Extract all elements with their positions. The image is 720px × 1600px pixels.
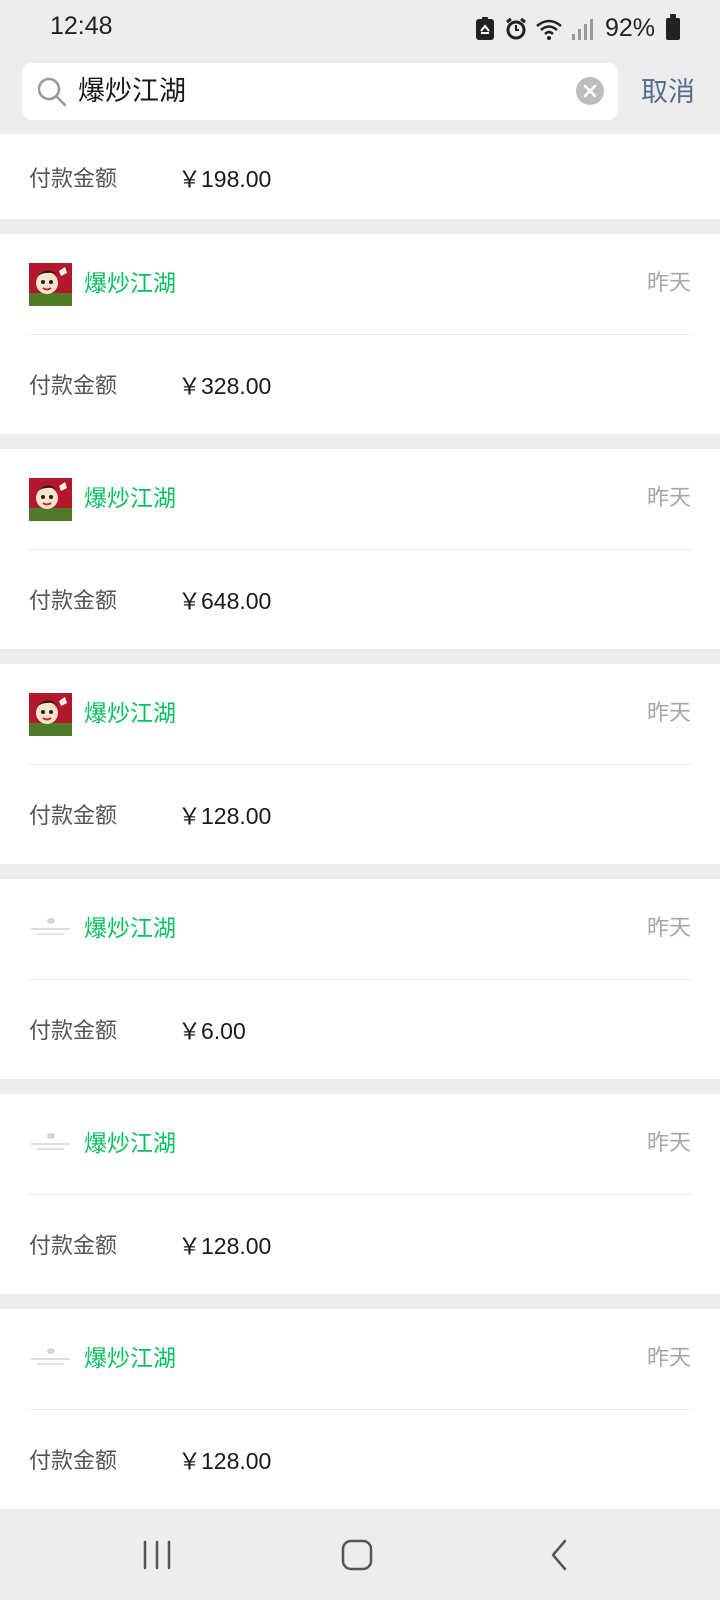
- signal-icon: [571, 18, 593, 40]
- wifi-icon: [536, 19, 562, 40]
- amount-label: 付款金额: [29, 804, 118, 829]
- date-label: 昨天: [646, 916, 691, 941]
- date-label: 昨天: [646, 486, 691, 511]
- close-icon: [583, 84, 597, 98]
- placeholder-icon: [29, 1123, 72, 1166]
- cancel-button[interactable]: 取消: [641, 58, 695, 128]
- search-icon: [37, 77, 67, 107]
- placeholder-icon: [29, 1338, 72, 1381]
- payment-card[interactable]: 爆炒江湖 昨天 付款金额 ￥6.00: [0, 879, 720, 1079]
- amount-row: 付款金额 ￥648.00: [29, 549, 691, 649]
- home-icon: [341, 1539, 373, 1571]
- payment-card[interactable]: 付款金额 ￥198.00: [0, 134, 720, 219]
- payment-card[interactable]: 爆炒江湖 昨天 付款金额 ￥128.00: [0, 1309, 720, 1509]
- payment-card[interactable]: 爆炒江湖 昨天 付款金额 ￥128.00: [0, 1094, 720, 1294]
- card-header: 爆炒江湖 昨天: [29, 449, 691, 550]
- payment-card[interactable]: 爆炒江湖 昨天 付款金额 ￥648.00: [0, 449, 720, 649]
- amount-label: 付款金额: [29, 1234, 118, 1259]
- amount-row: 付款金额 ￥128.00: [29, 1194, 691, 1294]
- app-name: 爆炒江湖: [84, 1131, 176, 1157]
- card-header: 爆炒江湖 昨天: [29, 1094, 691, 1195]
- app-name: 爆炒江湖: [84, 271, 176, 297]
- game-app-icon: [29, 478, 72, 521]
- status-time: 12:48: [50, 12, 113, 40]
- recent-apps-button[interactable]: [107, 1510, 207, 1600]
- card-header: 爆炒江湖 昨天: [29, 664, 691, 765]
- date-label: 昨天: [646, 701, 691, 726]
- recent-apps-icon: [143, 1540, 171, 1570]
- amount-row: 付款金额 ￥198.00: [29, 134, 691, 219]
- system-nav-bar: [0, 1510, 720, 1600]
- amount-label: 付款金额: [29, 374, 118, 399]
- search-bar: 取消: [0, 58, 720, 134]
- game-app-icon: [29, 693, 72, 736]
- app-name: 爆炒江湖: [84, 1346, 176, 1372]
- clear-search-button[interactable]: [576, 77, 604, 105]
- amount-label: 付款金额: [29, 1019, 118, 1044]
- amount-label: 付款金额: [29, 589, 118, 614]
- card-header: 爆炒江湖 昨天: [29, 879, 691, 980]
- amount-value: ￥6.00: [178, 1018, 246, 1044]
- app-name: 爆炒江湖: [84, 916, 176, 942]
- amount-label: 付款金额: [29, 166, 118, 192]
- amount-row: 付款金额 ￥6.00: [29, 979, 691, 1079]
- amount-label: 付款金额: [29, 1449, 118, 1474]
- date-label: 昨天: [646, 271, 691, 296]
- amount-value: ￥328.00: [178, 373, 272, 399]
- placeholder-icon: [29, 908, 72, 951]
- amount-value: ￥198.00: [178, 165, 272, 192]
- status-icons: 92%: [473, 13, 680, 43]
- game-app-icon: [29, 263, 72, 306]
- search-input[interactable]: [78, 63, 548, 120]
- amount-value: ￥128.00: [178, 803, 272, 829]
- results-list: 付款金额 ￥198.00 爆炒江湖 昨天 付款金额 ￥328.00 爆炒江湖 昨…: [0, 134, 720, 1524]
- card-header: 爆炒江湖 昨天: [29, 234, 691, 335]
- amount-value: ￥128.00: [178, 1233, 272, 1259]
- amount-row: 付款金额 ￥328.00: [29, 334, 691, 434]
- amount-value: ￥648.00: [178, 588, 272, 614]
- payment-card[interactable]: 爆炒江湖 昨天 付款金额 ￥328.00: [0, 234, 720, 434]
- back-button[interactable]: [509, 1510, 609, 1600]
- card-header: 爆炒江湖 昨天: [29, 1309, 691, 1410]
- amount-row: 付款金额 ￥128.00: [29, 1409, 691, 1509]
- date-label: 昨天: [646, 1346, 691, 1371]
- amount-row: 付款金额 ￥128.00: [29, 764, 691, 864]
- amount-value: ￥128.00: [178, 1448, 272, 1474]
- alarm-icon: [506, 17, 526, 39]
- home-button[interactable]: [307, 1510, 407, 1600]
- recycle-notification-icon: [475, 16, 494, 40]
- search-box[interactable]: [22, 63, 618, 120]
- battery-percent: 92%: [604, 14, 655, 42]
- status-bar: 12:48 92%: [0, 0, 720, 58]
- app-name: 爆炒江湖: [84, 486, 176, 512]
- battery-icon: [666, 13, 680, 40]
- app-name: 爆炒江湖: [84, 701, 176, 727]
- payment-card[interactable]: 爆炒江湖 昨天 付款金额 ￥128.00: [0, 664, 720, 864]
- date-label: 昨天: [646, 1131, 691, 1156]
- back-icon: [551, 1539, 567, 1571]
